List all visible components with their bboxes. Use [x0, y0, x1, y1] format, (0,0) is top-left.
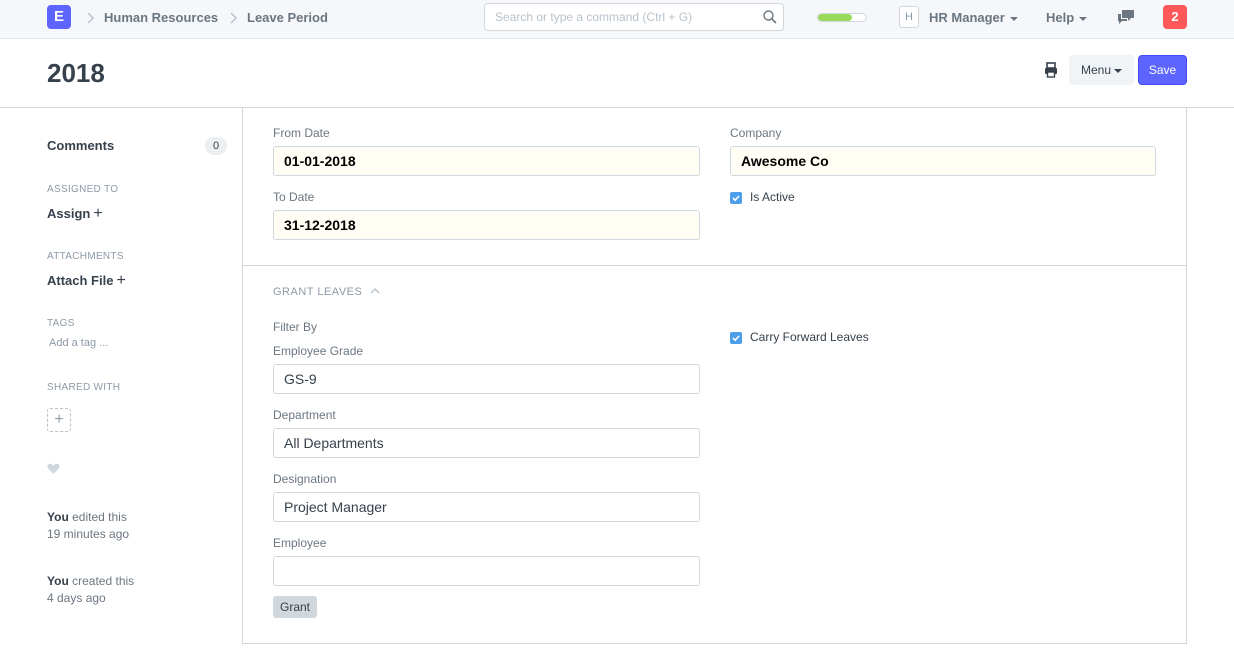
app-logo[interactable]: E [47, 5, 71, 29]
timeline-action: created this [72, 574, 135, 588]
chevron-right-icon [230, 12, 238, 24]
print-icon[interactable] [1039, 58, 1063, 82]
to-date-label: To Date [273, 190, 315, 204]
help-menu-dropdown[interactable]: Help [1046, 10, 1088, 25]
caret-down-icon [1079, 16, 1088, 21]
department-field[interactable]: All Departments [273, 428, 700, 458]
is-active-checkbox[interactable] [730, 192, 742, 204]
chevron-right-icon [87, 12, 95, 24]
assigned-to-heading: ASSIGNED TO [47, 184, 119, 195]
designation-label: Designation [273, 472, 337, 486]
comments-link[interactable]: Comments [47, 138, 114, 153]
user-menu-dropdown[interactable]: HR Manager [929, 10, 1018, 25]
attachments-heading: ATTACHMENTS [47, 251, 124, 262]
breadcrumb-leave-period[interactable]: Leave Period [247, 10, 328, 25]
notification-badge[interactable]: 2 [1163, 5, 1187, 29]
timeline-item: You edited this 19 minutes ago [47, 509, 129, 543]
plus-icon: + [54, 411, 64, 428]
grant-button[interactable]: Grant [273, 596, 317, 618]
carry-forward-checkbox[interactable] [730, 332, 742, 344]
navbar: E Human Resources Leave Period H HR Mana… [0, 0, 1234, 39]
attach-file-link[interactable]: Attach File + [47, 272, 126, 290]
heart-icon[interactable] [47, 463, 60, 475]
checkmark-icon [732, 335, 740, 342]
employee-grade-field[interactable]: GS-9 [273, 364, 700, 394]
company-field[interactable]: Awesome Co [730, 146, 1156, 176]
filter-by-label: Filter By [273, 320, 318, 334]
timeline-actor: You [47, 510, 69, 524]
plus-icon: + [93, 205, 103, 222]
timeline-time: 4 days ago [47, 591, 106, 605]
caret-down-icon [1009, 16, 1018, 21]
timeline-actor: You [47, 574, 69, 588]
assign-label: Assign [47, 206, 91, 221]
department-label: Department [273, 408, 336, 422]
timeline-action: edited this [72, 510, 127, 524]
page-title: 2018 [47, 58, 105, 88]
employee-grade-label: Employee Grade [273, 344, 364, 358]
employee-label: Employee [273, 536, 327, 550]
tags-heading: TAGS [47, 318, 75, 329]
is-active-label: Is Active [750, 190, 795, 204]
section-divider [242, 265, 1187, 266]
search-input[interactable] [485, 4, 745, 30]
search-box [484, 3, 784, 31]
from-date-field[interactable]: 01-01-2018 [273, 146, 700, 176]
employee-field[interactable] [273, 556, 700, 586]
menu-button[interactable]: Menu [1069, 55, 1134, 85]
comments-count-badge: 0 [205, 137, 227, 155]
search-icon[interactable] [763, 10, 777, 24]
company-label: Company [730, 126, 782, 140]
designation-field[interactable]: Project Manager [273, 492, 700, 522]
menu-button-label: Menu [1080, 63, 1112, 77]
help-menu-label: Help [1046, 10, 1075, 25]
progress-bar [817, 13, 867, 22]
user-menu-label: HR Manager [929, 10, 1005, 25]
timeline-time: 19 minutes ago [47, 527, 130, 541]
add-tag-input[interactable]: Add a tag ... [49, 337, 108, 349]
add-share-button[interactable]: + [47, 408, 71, 432]
save-button[interactable]: Save [1138, 55, 1187, 85]
checkmark-icon [732, 195, 740, 202]
timeline-item: You created this 4 days ago [47, 573, 134, 607]
from-date-label: From Date [273, 126, 330, 140]
shared-with-heading: SHARED WITH [47, 382, 121, 393]
grant-leaves-section-heading[interactable]: GRANT LEAVES [273, 286, 362, 298]
progress-fill [818, 14, 852, 21]
caret-down-icon [1114, 68, 1123, 73]
chevron-up-icon[interactable] [370, 287, 380, 295]
chat-icon[interactable] [1117, 9, 1135, 25]
carry-forward-label: Carry Forward Leaves [750, 330, 869, 344]
user-avatar[interactable]: H [899, 6, 919, 28]
assign-link[interactable]: Assign + [47, 205, 103, 223]
to-date-field[interactable]: 31-12-2018 [273, 210, 700, 240]
breadcrumb-human-resources[interactable]: Human Resources [104, 10, 218, 25]
plus-icon: + [116, 272, 126, 289]
attach-file-label: Attach File [47, 273, 114, 288]
